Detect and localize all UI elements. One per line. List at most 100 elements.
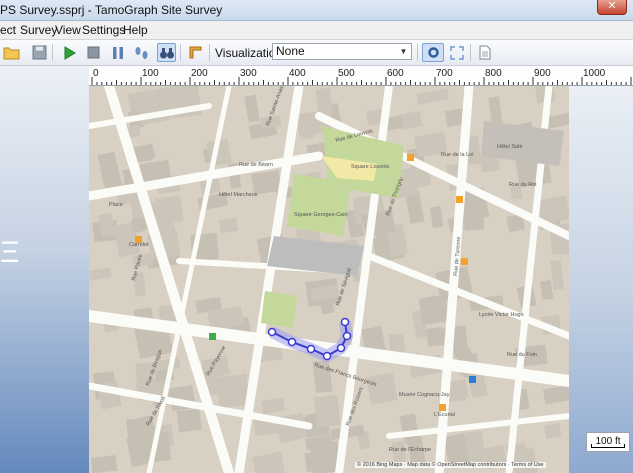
menu-bar: ect Survey View Settings Help [0,21,633,40]
ruler-label: 900 [534,68,551,79]
fit-to-window-button[interactable] [447,43,466,62]
scale-bar [591,444,625,448]
floppy-disk-icon [32,45,47,60]
building-block [550,260,565,291]
report-button[interactable] [475,43,494,62]
ruler-label: 700 [436,68,453,79]
building-block [426,326,445,347]
ruler-label: 1000 [583,68,606,79]
map-street-label: Square Georges-Cain [294,212,348,218]
expand-icon [449,45,464,60]
open-project-button[interactable] [2,43,21,62]
route-mode-button[interactable] [132,43,151,62]
building-block [154,195,184,225]
left-panel: Ξ [0,66,89,473]
document-icon [479,45,490,60]
visualization-dropdown[interactable]: None ▼ [272,43,412,60]
map-street-label: Square Louvois [351,164,389,170]
poi-info-icon [461,258,468,265]
building-block [176,408,202,433]
scale-indicator: 100 ft [586,432,630,452]
building-block [90,455,118,473]
building-block [131,217,146,233]
stop-icon [87,46,100,59]
track-point [322,351,332,361]
building-block [216,373,251,409]
ruler-label: 600 [387,68,404,79]
map-street-label: Rue de l'Écharpe [389,446,431,453]
ruler-label: 400 [289,68,306,79]
menu-survey[interactable]: Survey [20,23,57,37]
track-point [336,343,346,353]
right-panel [569,66,633,473]
map-street-label: Rue du Roi [509,182,537,188]
ruler-corner-icon [189,46,202,59]
map-street-label: Hôtel Salé [497,144,522,150]
map-street-label: Musée Cognacq-Jay [399,392,450,398]
ruler-scale: 0 100 200 300 400 500 600 700 800 900 1000 [91,68,632,85]
map-street-label: Lycée Victor Hugo [479,312,524,318]
pause-survey-button[interactable] [108,43,127,62]
map-street-label: Rue du Foin [507,352,537,358]
building-block [89,266,112,282]
map-street-label: Carrelet [129,242,149,248]
building-block [252,451,286,473]
building-block [416,88,450,105]
track-point [287,337,297,347]
ruler-label: 500 [338,68,355,79]
building-block [543,384,569,405]
floor-map[interactable]: Square Louvois Rue de Louvois Square Georg… [89,86,569,473]
calibrate-map-button[interactable] [186,43,205,62]
play-icon [64,45,76,60]
ruler-label: 200 [191,68,208,79]
map-street-label: Rue de Béarn [239,162,273,168]
visualization-value: None [276,44,305,58]
ruler-label: 0 [93,68,99,79]
track-point [267,327,277,337]
poi-info-icon [407,154,414,161]
panel-edge-glyph: Ξ [0,236,20,269]
ruler-label: 300 [240,68,257,79]
map-street-label: L'Écurial [434,411,455,418]
menu-view[interactable]: View [55,23,81,37]
close-window-button[interactable]: ✕ [597,0,627,15]
start-survey-button[interactable] [60,43,79,62]
binoculars-icon [159,47,174,58]
building-block [313,394,341,428]
footsteps-icon [135,46,147,59]
track-point [342,331,352,341]
building-block [218,217,239,234]
menu-settings[interactable]: Settings [82,23,125,37]
menu-project[interactable]: ect [0,23,16,37]
building-block [429,205,444,229]
poi-pharmacy-icon [209,333,216,340]
map-canvas[interactable]: Square LouvoisRue de LouvoisSquare Georg… [89,86,569,473]
window-title: PS Survey.ssprj - TamoGraph Site Survey [0,3,223,17]
building-block [540,279,554,300]
park-small [261,291,297,328]
park-square-georges-cain [287,174,351,236]
title-bar: PS Survey.ssprj - TamoGraph Site Survey … [0,0,633,21]
poi-info-icon [456,196,463,203]
building-block [544,422,562,440]
menu-help[interactable]: Help [123,23,148,37]
chevron-down-icon: ▼ [399,47,408,56]
toolbar: Visualization: None ▼ [0,40,633,66]
horizontal-ruler: 0 100 200 300 400 500 600 700 800 900 1000 [89,66,633,86]
gear-icon [427,47,439,58]
gps-mode-button[interactable] [157,43,176,62]
map-street-label: Place [109,202,123,208]
visualization-options-button[interactable] [422,43,444,62]
ruler-label: 800 [485,68,502,79]
pause-icon [112,46,123,59]
folder-icon [3,47,20,60]
poi-info-icon [439,404,446,411]
map-street-label: Hôtel Marcheux [219,192,258,198]
save-button[interactable] [30,43,49,62]
building-block [418,294,450,326]
building-block [261,397,286,415]
building-block [244,94,260,123]
building-block [366,372,398,405]
track-point [306,344,316,354]
stop-survey-button[interactable] [84,43,103,62]
